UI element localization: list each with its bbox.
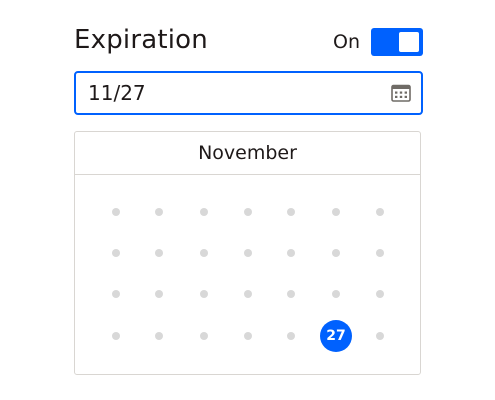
calendar-day[interactable] bbox=[376, 208, 384, 216]
calendar-day[interactable] bbox=[200, 332, 208, 340]
calendar-day[interactable] bbox=[287, 249, 295, 257]
calendar-day[interactable] bbox=[155, 332, 163, 340]
calendar-day-selected[interactable]: 27 bbox=[320, 320, 352, 352]
calendar-day[interactable] bbox=[376, 332, 384, 340]
calendar-day[interactable] bbox=[287, 208, 295, 216]
calendar-day[interactable] bbox=[332, 290, 340, 298]
expiration-title: Expiration bbox=[74, 25, 208, 55]
calendar-day[interactable] bbox=[287, 332, 295, 340]
calendar-day[interactable] bbox=[112, 208, 120, 216]
toggle-knob bbox=[399, 32, 419, 52]
calendar-day[interactable] bbox=[332, 208, 340, 216]
calendar-day[interactable] bbox=[112, 249, 120, 257]
calendar-icon[interactable] bbox=[391, 84, 411, 102]
toggle-label: On bbox=[333, 31, 360, 53]
expiration-header: Expiration On bbox=[74, 20, 423, 60]
calendar-day[interactable] bbox=[155, 290, 163, 298]
calendar-day[interactable] bbox=[155, 208, 163, 216]
expiration-panel: Expiration On November 27 bbox=[0, 0, 495, 400]
date-input[interactable] bbox=[88, 73, 378, 113]
expiration-toggle[interactable] bbox=[371, 28, 423, 56]
calendar-day[interactable] bbox=[200, 208, 208, 216]
calendar-day[interactable] bbox=[376, 249, 384, 257]
calendar-day[interactable] bbox=[376, 290, 384, 298]
calendar: November 27 bbox=[74, 131, 421, 375]
calendar-day[interactable] bbox=[244, 249, 252, 257]
calendar-day[interactable] bbox=[244, 332, 252, 340]
calendar-day[interactable] bbox=[332, 249, 340, 257]
calendar-day[interactable] bbox=[112, 332, 120, 340]
date-field[interactable] bbox=[74, 71, 423, 115]
calendar-day[interactable] bbox=[200, 290, 208, 298]
calendar-day[interactable] bbox=[244, 208, 252, 216]
calendar-day[interactable] bbox=[244, 290, 252, 298]
calendar-day[interactable] bbox=[112, 290, 120, 298]
calendar-day[interactable] bbox=[287, 290, 295, 298]
calendar-day[interactable] bbox=[155, 249, 163, 257]
calendar-day[interactable] bbox=[200, 249, 208, 257]
calendar-month-header: November bbox=[75, 132, 420, 175]
